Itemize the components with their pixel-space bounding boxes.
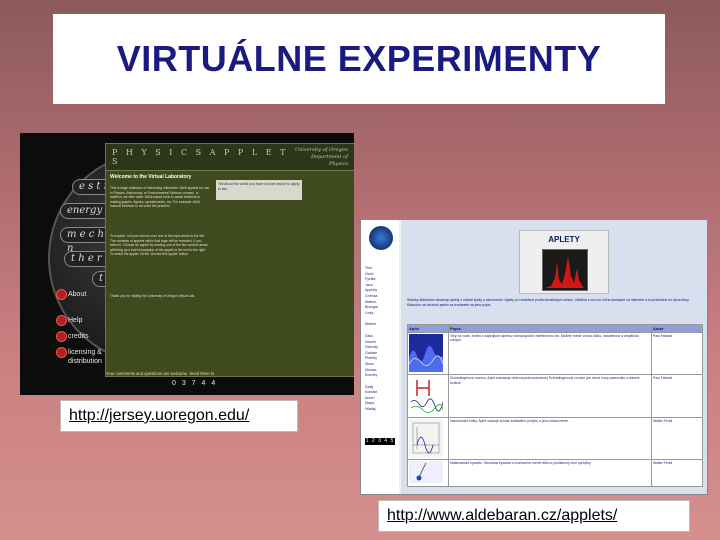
table-row[interactable]: Schrödingerova rovnica. Aplet zobrazuje … xyxy=(407,374,703,418)
physics-applets-heading: P H Y S I C S A P P L E T S xyxy=(112,148,289,166)
col-header-description: Popis xyxy=(448,324,652,333)
url-link-jersey[interactable]: http://jersey.uoregon.edu/ xyxy=(69,407,249,425)
aldebaran-main: APLETY Stránky Aldebaran obsahujú aplety… xyxy=(401,220,707,494)
applet-author: Paul Falstad xyxy=(651,331,703,376)
applet-description: Matematické kyvadlo. Simulácia kyvadla s… xyxy=(448,459,652,487)
applet-author: Paul Falstad xyxy=(651,374,703,418)
applet-thumb-cell[interactable] xyxy=(407,331,449,376)
wave-thumbnail-icon[interactable] xyxy=(408,334,444,372)
resonance-graph-icon xyxy=(542,249,588,291)
applet-thumb-cell[interactable] xyxy=(407,416,449,461)
side-item-licensing[interactable]: licensing & distribution xyxy=(68,348,108,366)
applet-description: Schrödingerova rovnica. Aplet zobrazuje … xyxy=(448,374,652,418)
applet-author: Walter Fendt xyxy=(651,459,703,487)
visitor-counter: 0 3 7 4 4 xyxy=(172,380,218,387)
applet-thumb-cell[interactable] xyxy=(407,459,449,487)
nav-item[interactable]: Hľadaj xyxy=(365,407,397,413)
title-box: VIRTUÁLNE EXPERIMENTY xyxy=(53,14,665,104)
virtual-lab-screenshot: e s t r energy e m e c h a n t h e r m t… xyxy=(20,133,354,395)
licensing-dot-icon[interactable] xyxy=(56,347,67,358)
credits-dot-icon[interactable] xyxy=(56,331,67,342)
oscillation-thumbnail-icon[interactable] xyxy=(409,418,443,457)
virtual-lab-panel: P H Y S I C S A P P L E T S University o… xyxy=(105,143,354,377)
side-item-help[interactable]: Help xyxy=(68,316,82,325)
table-row[interactable]: Vlny na vode. Jeden z najkrajších apleto… xyxy=(407,331,703,376)
applet-thumb-cell[interactable] xyxy=(407,374,449,418)
intro-text: This is large collection of interesting … xyxy=(110,186,210,209)
aplety-banner: APLETY xyxy=(519,230,609,294)
comments-footer: Your comments and questions are welcome.… xyxy=(106,371,215,376)
aplety-heading: APLETY xyxy=(548,235,580,244)
about-dot-icon[interactable] xyxy=(56,289,67,300)
applet-description: Harmonické kmity. Aplet ukazuje súčasť k… xyxy=(448,416,652,461)
university-name: University of Oregon xyxy=(294,146,348,153)
visitor-counter: 1 2 3 4 5 6 xyxy=(365,438,395,451)
url-link-aldebaran[interactable]: http://www.aldebaran.cz/applets/ xyxy=(387,507,617,525)
university-label: University of Oregon Department of Physi… xyxy=(293,147,348,168)
aldebaran-screenshot: Titul Úvod Fyzika Java Applety Chémia Ma… xyxy=(360,219,708,495)
pendulum-thumbnail-icon[interactable] xyxy=(409,461,443,484)
sidebar-nav: Titul Úvod Fyzika Java Applety Chémia Ma… xyxy=(365,266,397,413)
table-row[interactable]: Matematické kyvadlo. Simulácia kyvadla s… xyxy=(407,459,703,487)
physics-applets-header: P H Y S I C S A P P L E T S University o… xyxy=(106,144,354,171)
side-item-credits[interactable]: credits xyxy=(68,332,89,341)
intro-paragraph: Stránky Aldebaran obsahujú aplety z obla… xyxy=(407,298,690,307)
side-item-about[interactable]: About xyxy=(68,290,86,299)
applets-table: Aplet Popis Autor Vlny na vode. Jeden z … xyxy=(407,324,703,487)
url-box-aldebaran: http://www.aldebaran.cz/applets/ xyxy=(378,500,690,532)
col-header-applet: Aplet xyxy=(407,324,449,333)
thanks-text: Thank you for visiting the University of… xyxy=(110,294,196,298)
col-header-author: Autor xyxy=(651,324,703,333)
url-box-jersey: http://jersey.uoregon.edu/ xyxy=(60,400,298,432)
applet-description: Vlny na vode. Jeden z najkrajších apleto… xyxy=(448,331,652,376)
help-dot-icon[interactable] xyxy=(56,315,67,326)
welcome-heading: Welcome to the Virtual Laboratory xyxy=(110,174,192,180)
applet-note: Tell about the world you have chosen abo… xyxy=(216,180,302,200)
aldebaran-logo-icon[interactable] xyxy=(369,226,393,250)
table-row[interactable]: Harmonické kmity. Aplet ukazuje súčasť k… xyxy=(407,416,703,461)
aldebaran-sidebar: Titul Úvod Fyzika Java Applety Chémia Ma… xyxy=(361,220,399,494)
department-name: Department of Physics xyxy=(311,153,348,167)
applet-author: Walter Fendt xyxy=(651,416,703,461)
schrodinger-thumbnail-icon[interactable] xyxy=(409,376,444,415)
page-title: VIRTUÁLNE EXPERIMENTY xyxy=(116,38,602,79)
explore-text: To explore, roll your mouse over one of … xyxy=(110,234,208,257)
